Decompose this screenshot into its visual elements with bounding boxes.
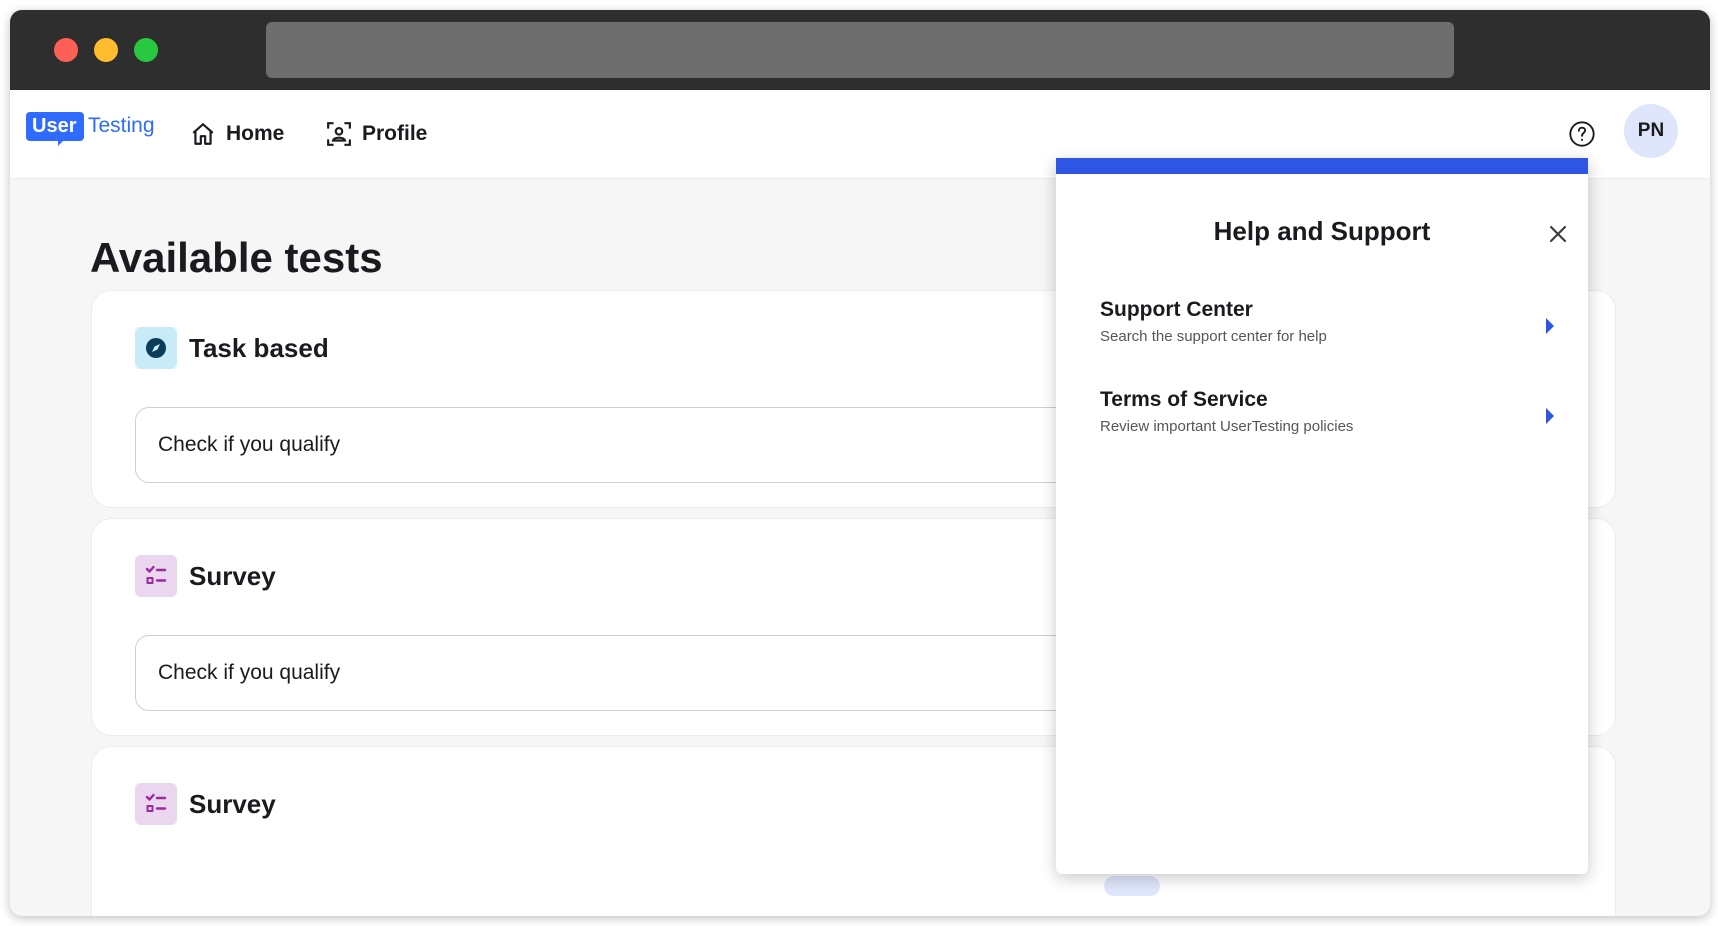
nav-profile-link[interactable]: Profile	[326, 116, 427, 152]
logo-speech-tail	[58, 138, 66, 146]
card-title: Survey	[189, 560, 276, 591]
terms-of-service-subtitle: Review important UserTesting policies	[1100, 418, 1354, 435]
close-window-button[interactable]	[54, 38, 78, 62]
terms-of-service-title: Terms of Service	[1100, 388, 1268, 411]
nav-home-label: Home	[226, 122, 285, 145]
card-action-button[interactable]	[1104, 876, 1160, 896]
checklist-icon	[135, 555, 177, 597]
browser-titlebar	[10, 10, 1710, 90]
compass-icon	[135, 327, 177, 369]
panel-accent-bar	[1056, 158, 1588, 174]
support-center-subtitle: Search the support center for help	[1100, 328, 1327, 345]
logo-testing-text: Testing	[88, 114, 155, 137]
minimize-window-button[interactable]	[94, 38, 118, 62]
help-support-panel: Help and Support Support Center Search t…	[1056, 158, 1588, 874]
chevron-right-icon	[1546, 408, 1554, 424]
address-bar[interactable]	[266, 22, 1454, 78]
terms-of-service-item[interactable]: Terms of Service Review important UserTe…	[1100, 388, 1568, 448]
logo-user-text: User	[26, 112, 85, 141]
checklist-icon	[135, 783, 177, 825]
nav-profile-label: Profile	[362, 122, 428, 145]
profile-icon	[327, 122, 351, 146]
chevron-right-icon	[1546, 318, 1554, 334]
user-avatar[interactable]: PN	[1624, 104, 1678, 158]
help-circle-icon[interactable]	[1568, 120, 1596, 148]
card-header: Survey	[135, 783, 276, 825]
support-center-item[interactable]: Support Center Search the support center…	[1100, 298, 1568, 358]
browser-window: User Testing Home Profile PN Available t…	[10, 10, 1710, 916]
card-title: Survey	[189, 788, 276, 819]
page-title: Available tests	[90, 234, 383, 281]
nav-home-link[interactable]: Home	[190, 116, 284, 152]
maximize-window-button[interactable]	[134, 38, 158, 62]
card-header: Survey	[135, 555, 276, 597]
card-title: Task based	[189, 332, 329, 363]
support-center-title: Support Center	[1100, 298, 1253, 321]
home-icon	[192, 123, 214, 145]
panel-title: Help and Support	[1213, 216, 1431, 246]
close-icon[interactable]	[1544, 220, 1572, 248]
card-header: Task based	[135, 327, 329, 369]
